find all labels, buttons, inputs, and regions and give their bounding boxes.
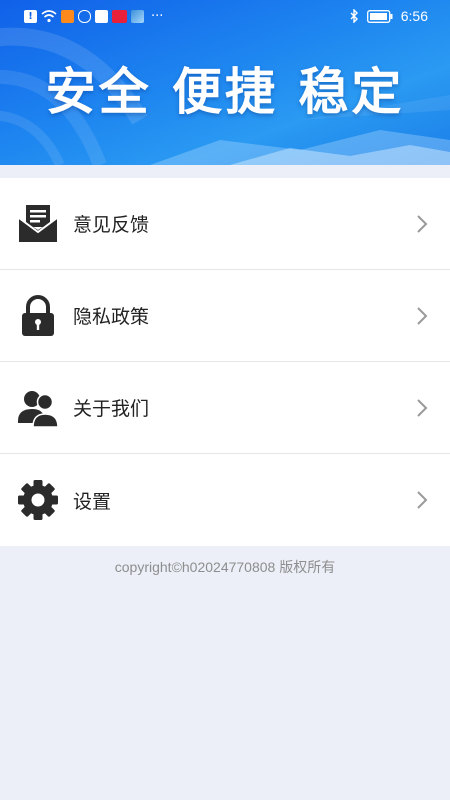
lock-icon — [22, 295, 54, 336]
menu-item-about-us[interactable]: 关于我们 — [0, 362, 450, 454]
music-icon — [95, 10, 108, 23]
shield-icon — [78, 10, 91, 23]
status-time: 6:56 — [400, 8, 428, 24]
menu-item-label: 意见反馈 — [73, 214, 150, 236]
chevron-right-icon — [417, 214, 428, 233]
app-icon-red — [112, 10, 127, 23]
menu-item-label: 隐私政策 — [73, 306, 150, 328]
hero-title: 安全 便捷 稳定 — [45, 63, 405, 121]
app-icon-photo — [131, 10, 144, 23]
gear-icon — [18, 480, 58, 520]
status-bar-notifications: ! ··· — [24, 9, 163, 24]
menu-item-settings[interactable]: 设置 — [0, 454, 450, 546]
feedback-mail-icon — [18, 205, 58, 242]
bluetooth-icon — [350, 9, 358, 23]
alert-icon: ! — [24, 10, 37, 23]
chevron-right-icon — [417, 306, 428, 325]
menu-item-privacy-policy[interactable]: 隐私政策 — [0, 270, 450, 362]
menu-item-label: 关于我们 — [73, 398, 150, 420]
users-icon — [18, 391, 59, 428]
status-bar-system: 6:56 — [349, 8, 428, 24]
chevron-right-icon — [417, 491, 428, 509]
menu-item-label: 设置 — [73, 490, 112, 513]
hero-banner: ! ··· 6:56 安全 便捷 稳定 — [0, 0, 450, 165]
app-icon-orange — [61, 10, 74, 23]
battery-icon — [366, 9, 393, 23]
chevron-right-icon — [417, 398, 428, 417]
section-gap — [0, 165, 450, 178]
copyright-text: copyright©h02024770808 版权所有 — [114, 559, 336, 575]
wifi-icon — [41, 10, 57, 23]
status-bar: ! ··· 6:56 — [0, 0, 450, 34]
more-dots-icon: ··· — [151, 9, 164, 24]
menu-item-feedback[interactable]: 意见反馈 — [0, 178, 450, 270]
menu-list: 意见反馈 隐私政策 关于我们 设置 — [0, 178, 450, 546]
